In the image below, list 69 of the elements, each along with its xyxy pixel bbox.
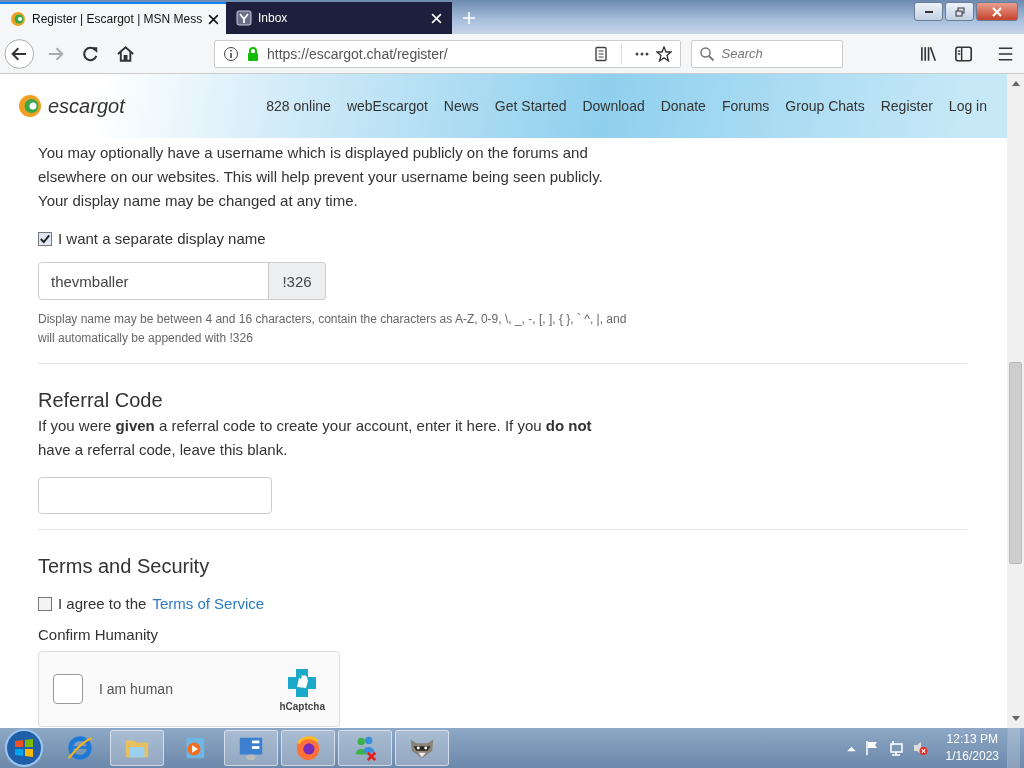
close-button[interactable] [976, 2, 1018, 21]
globe-e-icon [66, 734, 94, 762]
browser-tab[interactable]: Register | Escargot | MSN Mess [0, 2, 226, 34]
taskbar-button[interactable] [338, 730, 392, 766]
nav-link[interactable]: Get Started [494, 98, 567, 114]
taskbar-button[interactable] [281, 730, 335, 766]
tab-title: Register | Escargot | MSN Mess [32, 12, 203, 26]
back-icon[interactable] [4, 37, 35, 70]
checkbox-label: I agree to the [58, 595, 147, 612]
padlock-icon [245, 45, 261, 62]
tray-arrow-icon[interactable] [846, 744, 856, 752]
terms-link[interactable]: Terms of Service [152, 595, 265, 612]
checkbox-label: I want a separate display name [58, 230, 266, 247]
new-tab-icon[interactable] [462, 11, 476, 25]
display-name-field[interactable]: thevmballer [38, 262, 269, 300]
search-icon [698, 45, 715, 62]
scroll-down-icon[interactable] [1011, 716, 1020, 722]
sidebar-icon[interactable] [953, 43, 973, 64]
mail-logo-icon [236, 10, 252, 26]
terms-checkbox[interactable] [38, 596, 52, 611]
captcha-brand: hCaptcha [279, 700, 325, 712]
reader-view-icon[interactable] [592, 45, 609, 62]
display-name-suffix: !326 [269, 262, 326, 300]
intro-text: You may optionally have a username which is displayed publicly on the forums and elsewhere on our websites. This will help prevent your username being seen publicly. Your display name may be changed at any time. [38, 143, 604, 211]
close-icon [992, 6, 1002, 17]
network-icon[interactable] [887, 740, 904, 756]
home-icon[interactable] [115, 43, 135, 64]
captcha-checkbox[interactable] [53, 674, 83, 704]
help-text: Display name may be between 4 and 16 characters, contain the characters as A-Z, 0-9, \, _, -, [, ], { }, ` ^, |, and will automatically be appended with !326 [38, 311, 628, 347]
flag-icon[interactable] [863, 740, 880, 756]
captcha-heading: Confirm Humanity [38, 626, 160, 643]
nav-link[interactable]: Log in [948, 98, 987, 114]
referral-text: If you were given a referral code to create your account, enter it here. If you do not have a referral code, leave this blank. [38, 416, 593, 460]
section-heading: Terms and Security [38, 555, 211, 578]
tab-title: Inbox [258, 11, 289, 25]
nav-link[interactable]: Group Chats [785, 98, 865, 114]
nav-link[interactable]: Forums [721, 98, 770, 114]
scrollbar-thumb[interactable] [1009, 362, 1022, 564]
nav-link[interactable]: Donate [660, 98, 706, 114]
info-icon[interactable] [223, 45, 239, 62]
scroll-up-icon[interactable] [1011, 80, 1020, 86]
url-text: https://escargot.chat/register/ [267, 45, 448, 62]
snail-logo-icon [10, 11, 26, 27]
captcha-label: I am human [99, 681, 173, 697]
display-name-checkbox[interactable] [38, 231, 52, 246]
hand-logo-icon [286, 666, 319, 699]
nav-link[interactable]: 828 online [266, 98, 331, 114]
nav-link[interactable]: Register [880, 98, 933, 114]
snail-logo-icon[interactable] [18, 94, 42, 118]
address-bar[interactable]: https://escargot.chat/register/ [214, 39, 681, 68]
taskbar-button[interactable] [395, 730, 449, 766]
start-button[interactable] [4, 728, 44, 768]
search-field[interactable]: Search [690, 39, 843, 68]
restore-button[interactable] [945, 2, 974, 21]
restore-icon [954, 6, 965, 17]
close-icon[interactable] [208, 13, 220, 25]
minimize-icon [924, 10, 933, 13]
nav-link[interactable]: webEscargot [346, 98, 428, 114]
scrollbar[interactable] [1007, 74, 1024, 728]
nav-link[interactable]: Download [582, 98, 645, 114]
star-icon[interactable] [655, 45, 672, 62]
site-logo-text[interactable]: escargot [48, 94, 125, 118]
browser-tab[interactable]: Inbox [226, 2, 452, 34]
section-heading: Referral Code [38, 389, 164, 412]
muted-speaker-icon[interactable] [911, 740, 928, 756]
fox-globe-icon [294, 734, 322, 762]
nav-link[interactable]: News [443, 98, 479, 114]
minimize-button[interactable] [914, 2, 943, 21]
referral-code-field[interactable] [38, 477, 272, 514]
